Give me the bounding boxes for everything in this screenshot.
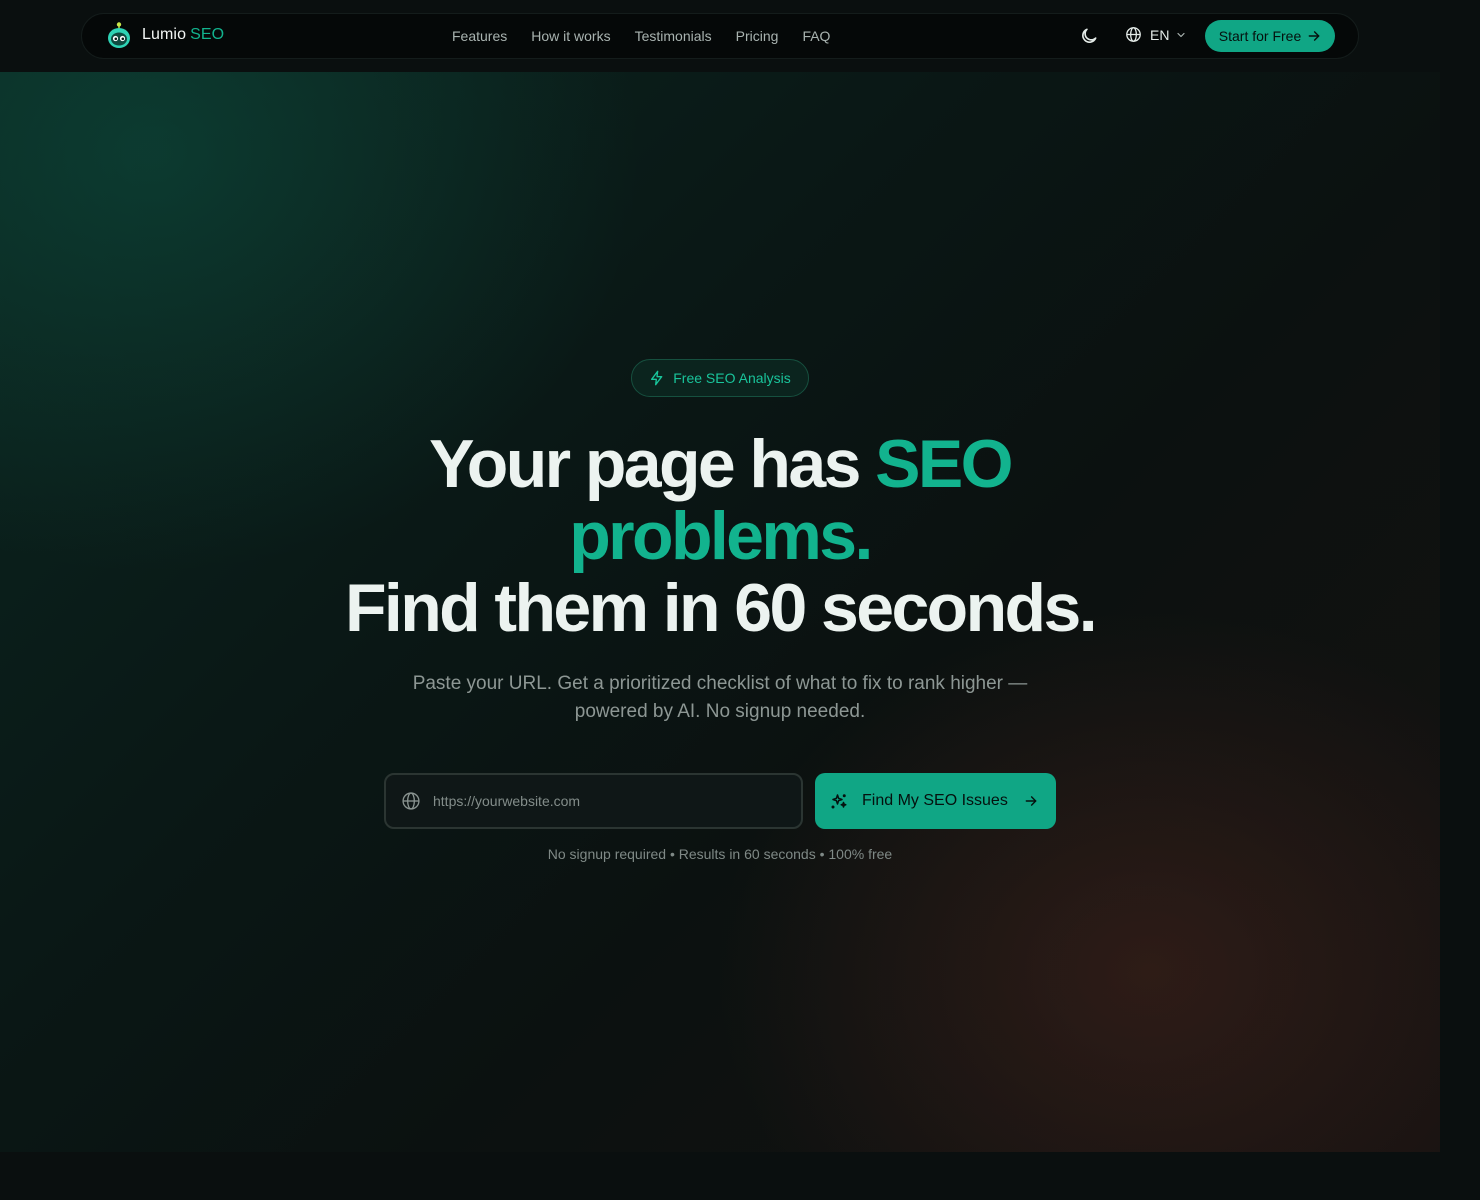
headline-line1-prefix: Your page has [429, 426, 876, 502]
headline-line3: Find them in 60 seconds. [345, 570, 1098, 646]
brand-name: Lumio SEO [142, 26, 225, 43]
badge-label: Free SEO Analysis [673, 370, 791, 386]
nav-link-how-it-works[interactable]: How it works [531, 28, 610, 44]
brand-accent: SEO [190, 26, 225, 43]
language-selector[interactable]: EN [1125, 26, 1187, 43]
nav-link-features[interactable]: Features [452, 28, 507, 44]
hero-badge: Free SEO Analysis [631, 359, 809, 397]
start-for-free-button[interactable]: Start for Free [1205, 20, 1335, 52]
headline-highlight-seo: SEO [875, 426, 1013, 502]
arrow-right-icon [1025, 796, 1037, 806]
hero-footnote: No signup required • Results in 60 secon… [547, 846, 893, 862]
lightning-icon [651, 370, 663, 386]
url-input-box[interactable] [384, 773, 803, 829]
arrow-right-icon [1308, 31, 1320, 41]
headline-highlight-problems: problems. [569, 498, 873, 574]
hero-headline: Your page has SEO problems. Find them in… [240, 428, 1200, 644]
globe-icon [402, 792, 420, 810]
nav-link-testimonials[interactable]: Testimonials [635, 28, 712, 44]
url-input[interactable] [433, 793, 773, 809]
sparkles-icon [831, 794, 847, 809]
find-seo-issues-button[interactable]: Find My SEO Issues [815, 773, 1056, 829]
start-for-free-label: Start for Free [1218, 28, 1302, 44]
nav-link-pricing[interactable]: Pricing [736, 28, 779, 44]
hero-subtext: Paste your URL. Get a prioritized checkl… [412, 673, 1028, 722]
language-label: EN [1150, 26, 1170, 43]
robot-logo-icon [108, 22, 130, 48]
nav-link-faq[interactable]: FAQ [802, 28, 830, 44]
globe-icon [1126, 27, 1141, 42]
nav-links: Features How it works Testimonials Prici… [452, 28, 830, 44]
top-navbar: Lumio SEO Features How it works Testimoni… [81, 13, 1359, 59]
moon-icon[interactable] [1079, 26, 1099, 46]
find-seo-issues-label: Find My SEO Issues [862, 792, 1008, 809]
brand-logo[interactable]: Lumio SEO [106, 21, 224, 49]
chevron-down-icon [1177, 32, 1186, 37]
